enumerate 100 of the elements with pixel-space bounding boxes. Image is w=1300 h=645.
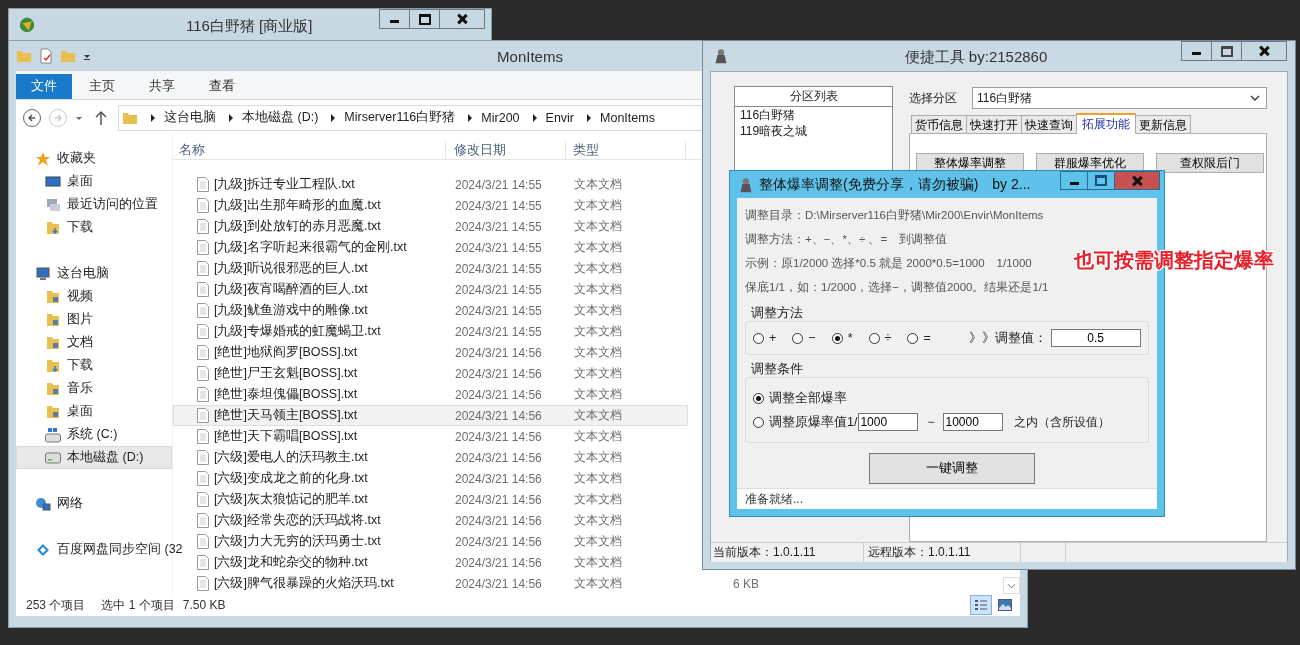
- file-row[interactable]: [九级]到处放钉的赤月恶魔.txt 2024/3/21 14:55 文本文档: [173, 216, 688, 237]
- partition-dropdown[interactable]: 116白野猪: [972, 87, 1267, 109]
- document-icon[interactable]: [38, 48, 54, 64]
- file-row[interactable]: [绝世]天下霸唱[BOSS].txt 2024/3/21 14:56 文本文档: [173, 426, 688, 447]
- file-row[interactable]: [九级]出生那年畸形的血魔.txt 2024/3/21 14:55 文本文档: [173, 195, 688, 216]
- chevron-icon[interactable]: [531, 113, 538, 122]
- maximize-button[interactable]: [409, 9, 440, 29]
- value-field[interactable]: 0.5: [1050, 329, 1141, 347]
- nav-item[interactable]: 收藏夹: [16, 147, 172, 170]
- type-cell-text: 文本文档: [573, 428, 623, 445]
- nav-item[interactable]: 文档: [16, 331, 172, 354]
- details-view-button[interactable]: [970, 595, 992, 615]
- max-field[interactable]: 10000: [943, 413, 1004, 431]
- nav-item[interactable]: 网络: [16, 492, 172, 515]
- up-button[interactable]: [94, 109, 108, 126]
- chevron-down-icon: [1250, 95, 1260, 101]
- field-label: 选择分区: [909, 89, 958, 107]
- ribbon-tab[interactable]: 查看: [192, 74, 252, 99]
- ribbon-tab[interactable]: 文件: [16, 74, 72, 99]
- column-header[interactable]: 修改日期: [446, 141, 566, 159]
- file-row[interactable]: [六级]爱电人的沃玛教主.txt 2024/3/21 14:56 文本文档: [173, 447, 688, 468]
- nav-item[interactable]: 这台电脑: [16, 262, 172, 285]
- nav-item[interactable]: 桌面: [16, 170, 172, 193]
- nav-item[interactable]: 最近访问的位置: [16, 193, 172, 216]
- list-item[interactable]: 116白野猪: [735, 107, 892, 123]
- type-cell-text: 文本文档: [573, 386, 623, 403]
- column-header[interactable]: 类型: [566, 141, 686, 159]
- nav-item[interactable]: 下载: [16, 216, 172, 239]
- document-icon: [197, 303, 209, 318]
- close-button[interactable]: [1241, 41, 1287, 61]
- folder-icon: [45, 334, 61, 351]
- file-row[interactable]: [六级]脾气很暴躁的火焰沃玛.txt 2024/3/21 14:56 文本文档 6 KB: [173, 573, 768, 594]
- action-button[interactable]: 群服爆率优化: [1036, 153, 1144, 173]
- breadcrumb-item[interactable]: 这台电脑: [164, 109, 216, 126]
- document-icon: [197, 555, 209, 570]
- file-row[interactable]: [绝世]泰坦傀儡[BOSS].txt 2024/3/21 14:56 文本文档: [173, 384, 688, 405]
- breadcrumb-item[interactable]: 本地磁盘 (D:): [242, 109, 319, 126]
- file-row[interactable]: [六级]变成龙之前的化身.txt 2024/3/21 14:56 文本文档: [173, 468, 688, 489]
- breadcrumb-item[interactable]: Mir200: [481, 110, 520, 125]
- radio-option[interactable]: =: [907, 331, 931, 345]
- file-row[interactable]: [九级]专爆婚戒的虹魔蝎卫.txt 2024/3/21 14:55 文本文档: [173, 321, 688, 342]
- tab[interactable]: 拓展功能: [1076, 113, 1136, 134]
- document-icon: [197, 282, 209, 297]
- chevron-icon[interactable]: [467, 113, 474, 122]
- back-button[interactable]: [22, 107, 42, 128]
- action-button[interactable]: 整体爆率调整: [916, 153, 1024, 173]
- file-row[interactable]: [六级]经常失恋的沃玛战将.txt 2024/3/21 14:56 文本文档: [173, 510, 688, 531]
- file-row[interactable]: [九级]听说很邪恶的巨人.txt 2024/3/21 14:55 文本文档: [173, 258, 688, 279]
- file-row[interactable]: [绝世]天马领主[BOSS].txt 2024/3/21 14:56 文本文档: [173, 405, 688, 426]
- document-icon: [197, 177, 209, 192]
- chevron-icon[interactable]: [586, 113, 593, 122]
- range-note: 之内（含所设值）: [1014, 413, 1111, 431]
- radio-option[interactable]: 调整全部爆率: [753, 389, 847, 407]
- breadcrumb-item[interactable]: Mirserver116白野猪: [344, 109, 456, 126]
- file-row[interactable]: [绝世]地狱阎罗[BOSS].txt 2024/3/21 14:56 文本文档: [173, 342, 688, 363]
- file-row[interactable]: [六级]灰太狼惦记的肥羊.txt 2024/3/21 14:56 文本文档: [173, 489, 688, 510]
- radio-option[interactable]: ÷: [868, 331, 892, 345]
- date-cell-text: 2024/3/21 14:56: [454, 366, 543, 381]
- nav-item[interactable]: 系统 (C:): [16, 423, 172, 446]
- chevron-icon[interactable]: [228, 113, 234, 122]
- date-cell-text: 2024/3/21 14:56: [454, 429, 543, 444]
- folder-icon: [45, 380, 61, 397]
- group-label: 调整方法: [750, 305, 804, 321]
- file-row[interactable]: [九级]拆迁专业工程队.txt 2024/3/21 14:55 文本文档: [173, 174, 688, 195]
- file-row[interactable]: [绝世]尸王玄魁[BOSS].txt 2024/3/21 14:56 文本文档: [173, 363, 688, 384]
- run-button[interactable]: 一键调整: [869, 453, 1035, 484]
- radio-option[interactable]: *: [831, 331, 853, 345]
- chevron-icon[interactable]: [150, 113, 156, 122]
- date-cell-text: 2024/3/21 14:55: [454, 324, 543, 339]
- nav-item[interactable]: 视频: [16, 285, 172, 308]
- file-row[interactable]: [九级]鱿鱼游戏中的雕像.txt 2024/3/21 14:55 文本文档: [173, 300, 688, 321]
- file-row[interactable]: [九级]名字听起来很霸气的金刚.txt 2024/3/21 14:55 文本文档: [173, 237, 688, 258]
- min-field[interactable]: 1000: [858, 413, 919, 431]
- column-header[interactable]: 名称: [173, 141, 446, 159]
- minimize-button[interactable]: [1060, 171, 1088, 190]
- document-icon: [197, 345, 209, 360]
- date-cell-text: 2024/3/21 14:56: [454, 492, 543, 507]
- radio-option[interactable]: −: [792, 331, 816, 345]
- minimize-button[interactable]: [1181, 41, 1212, 61]
- type-cell-text: 文本文档: [573, 218, 623, 235]
- ribbon-tab[interactable]: 主页: [72, 74, 132, 99]
- radio-option[interactable]: +: [753, 331, 777, 345]
- close-button[interactable]: [439, 9, 485, 29]
- file-name: [六级]爱电人的沃玛教主.txt: [214, 449, 368, 466]
- breadcrumb-item[interactable]: MonItems: [600, 110, 655, 125]
- maximize-button[interactable]: [1211, 41, 1242, 61]
- chevron-icon[interactable]: [330, 113, 337, 122]
- nav-item[interactable]: 音乐: [16, 377, 172, 400]
- radio-option[interactable]: 调整原爆率值1/: [753, 413, 858, 431]
- breadcrumb-item[interactable]: Envir: [545, 110, 575, 125]
- minimize-button[interactable]: [379, 9, 410, 29]
- nav-item[interactable]: 本地磁盘 (D:): [16, 446, 172, 469]
- file-row[interactable]: [九级]夜宵喝醉酒的巨人.txt 2024/3/21 14:55 文本文档: [173, 279, 688, 300]
- nav-item[interactable]: 桌面: [16, 400, 172, 423]
- file-name: [六级]力大无穷的沃玛勇士.txt: [214, 533, 381, 550]
- nav-item[interactable]: 图片: [16, 308, 172, 331]
- action-button[interactable]: 查权限后门: [1156, 153, 1264, 173]
- ribbon-tab[interactable]: 共享: [132, 74, 192, 99]
- nav-item[interactable]: 下载: [16, 354, 172, 377]
- status-text: 远程版本：1.0.1.11: [864, 543, 1021, 562]
